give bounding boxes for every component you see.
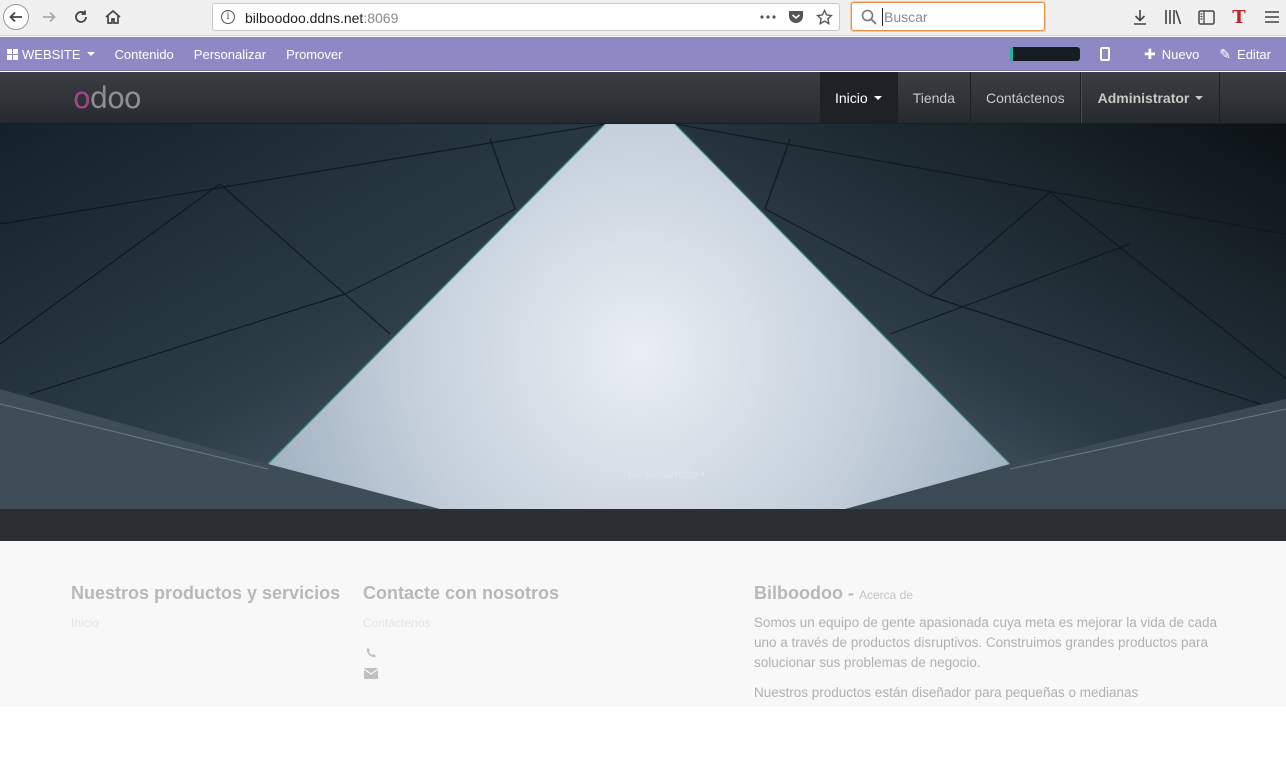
- edit-button[interactable]: ✎ Editar: [1209, 46, 1286, 63]
- extension-t-icon[interactable]: T: [1229, 7, 1249, 28]
- about-paragraph-2: Nuestros productos están diseñador para …: [754, 685, 1139, 700]
- url-bar[interactable]: i bilboodoo.ddns.net:8069: [212, 3, 840, 31]
- search-icon: [861, 9, 877, 25]
- phone-icon: [364, 646, 378, 658]
- contact-title: Contacte con nosotros: [363, 583, 560, 603]
- forward-button[interactable]: [36, 4, 62, 30]
- back-button[interactable]: [3, 4, 29, 30]
- menu-inicio[interactable]: Inicio: [820, 72, 898, 123]
- logo-text: odoo: [73, 81, 142, 115]
- caret-down-icon: [1195, 95, 1204, 100]
- menu-promover[interactable]: Promover: [276, 37, 352, 71]
- menu-contenido[interactable]: Contenido: [105, 37, 184, 71]
- download-icon[interactable]: [1130, 7, 1150, 27]
- website-menu[interactable]: WEBSITE: [0, 37, 105, 71]
- url-host: bilboodoo.ddns.net: [245, 10, 364, 26]
- url-text[interactable]: bilboodoo.ddns.net:8069: [245, 10, 398, 26]
- new-button[interactable]: ✚ Nuevo: [1134, 46, 1209, 63]
- menu-contactenos[interactable]: Contáctenos: [971, 72, 1081, 123]
- reload-button[interactable]: [68, 4, 94, 30]
- footer-link-contactenos[interactable]: Contáctenos: [363, 616, 430, 630]
- arrow-left-icon: [9, 11, 22, 23]
- plus-icon: ✚: [1143, 45, 1156, 62]
- hero-caption: de desarrollo •: [628, 467, 705, 481]
- about-separator: -: [842, 583, 859, 603]
- website-menu-label: WEBSITE: [22, 46, 81, 62]
- reload-icon: [75, 10, 87, 23]
- about-title: Bilboodoo: [754, 583, 843, 603]
- footer-link-inicio[interactable]: Inicio: [71, 616, 99, 630]
- site-menu: Inicio Tienda Contáctenos Administrator: [820, 72, 1221, 123]
- section-divider: [0, 509, 1286, 541]
- products-title: Nuestros productos y servicios: [71, 583, 341, 603]
- hero-image: [0, 124, 1286, 509]
- pocket-icon[interactable]: [787, 8, 805, 26]
- menu-icon[interactable]: [1262, 7, 1282, 27]
- bookmark-star-icon[interactable]: [815, 8, 833, 26]
- about-paragraph-1: Somos un equipo de gente apasionada cuya…: [754, 615, 1218, 670]
- info-icon[interactable]: i: [221, 10, 235, 24]
- url-port: :8069: [363, 10, 399, 26]
- sidebar-icon[interactable]: [1196, 7, 1216, 27]
- menu-personalizar[interactable]: Personalizar: [184, 37, 276, 71]
- new-button-label: Nuevo: [1161, 46, 1200, 62]
- odoo-admin-bar: WEBSITE Contenido Personalizar Promover …: [0, 37, 1286, 71]
- caret-down-icon: [873, 95, 882, 100]
- search-box[interactable]: [851, 2, 1045, 31]
- home-button[interactable]: [100, 4, 126, 30]
- pencil-icon: ✎: [1219, 45, 1232, 62]
- edit-button-label: Editar: [1237, 46, 1271, 62]
- about-heading: Bilboodoo - Acerca de: [754, 583, 913, 604]
- arrow-right-icon: [43, 11, 56, 23]
- progress-fill: [1009, 47, 1014, 61]
- home-icon: [105, 9, 121, 24]
- about-subtitle: Acerca de: [858, 588, 914, 602]
- library-icon[interactable]: [1163, 7, 1183, 27]
- apps-icon: [7, 48, 18, 60]
- caret-down-icon: [86, 52, 95, 56]
- user-menu[interactable]: Administrator: [1080, 72, 1221, 123]
- footer: Nuestros productos y servicios Inicio Co…: [0, 541, 1286, 707]
- search-input[interactable]: [882, 8, 1032, 26]
- menu-inicio-label: Inicio: [835, 89, 868, 106]
- envelope-icon: [364, 667, 378, 679]
- progress-indicator: [1009, 47, 1080, 61]
- hero-banner: de desarrollo •: [0, 124, 1286, 509]
- browser-toolbar: i bilboodoo.ddns.net:8069 T: [0, 0, 1286, 36]
- menu-tienda[interactable]: Tienda: [898, 72, 971, 123]
- user-menu-label: Administrator: [1097, 89, 1190, 106]
- mobile-preview-icon[interactable]: [1099, 47, 1110, 61]
- site-navbar: odoo Inicio Tienda Contáctenos Administr…: [0, 72, 1286, 124]
- more-actions-icon[interactable]: [759, 8, 777, 26]
- site-logo[interactable]: odoo: [73, 81, 142, 115]
